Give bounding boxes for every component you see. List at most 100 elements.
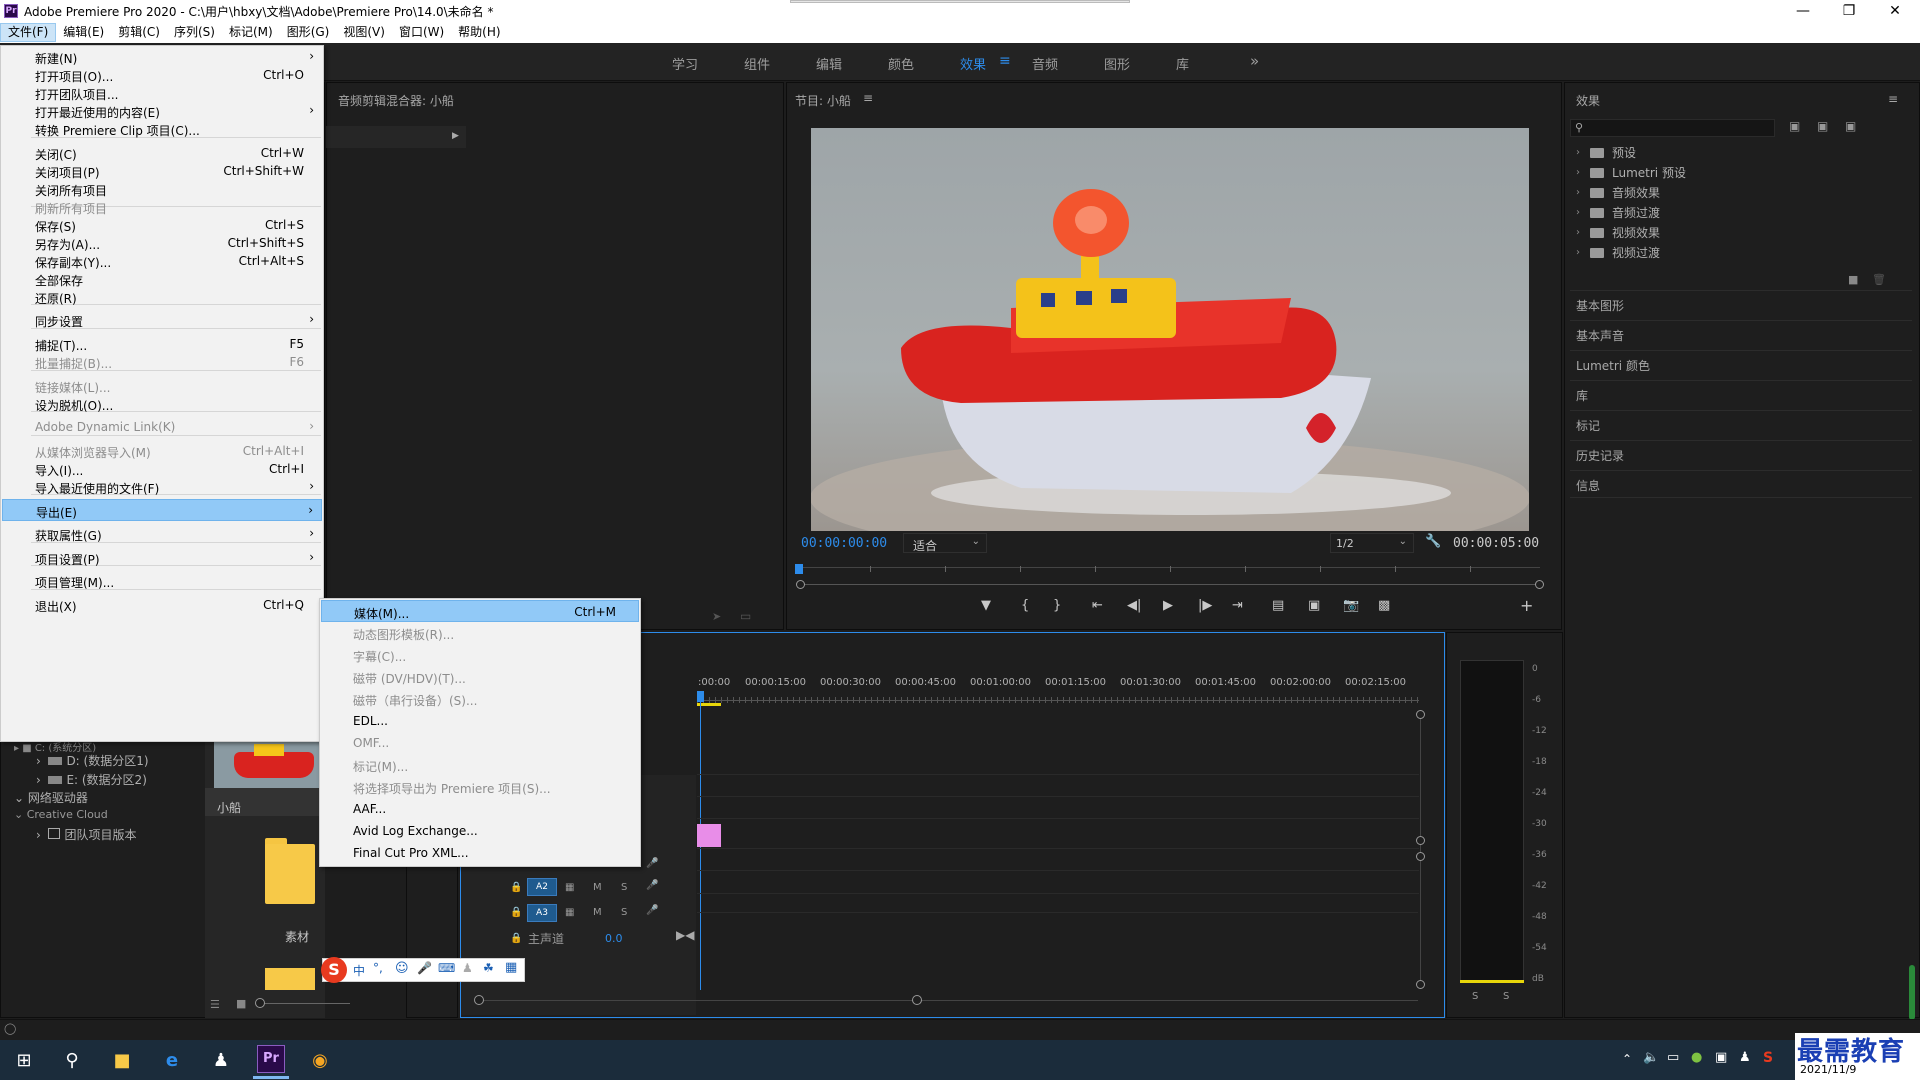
punctuation-icon[interactable]: °,: [373, 961, 383, 975]
menu-help[interactable]: 帮助(H): [451, 23, 507, 42]
extract-icon[interactable]: ▣: [1308, 598, 1320, 613]
file-menu-item[interactable]: 导入最近使用的文件(F) ›: [2, 476, 322, 498]
creative-cloud[interactable]: ⌄ Creative Cloud: [14, 808, 108, 821]
file-menu-item[interactable]: 还原(R): [2, 286, 322, 308]
effects-lumetri-presets[interactable]: › Lumetri 预设: [1576, 164, 1686, 181]
workspace-audio[interactable]: 音频: [1032, 54, 1058, 73]
file-menu-item[interactable]: 设为脱机(O)...: [2, 393, 322, 415]
solo-button[interactable]: S: [621, 907, 627, 918]
effects-search-input[interactable]: ⚲: [1570, 119, 1775, 137]
network-icon[interactable]: ▭: [1667, 1050, 1679, 1065]
folder-icon[interactable]: [265, 838, 315, 904]
security-icon[interactable]: ●: [1691, 1050, 1702, 1065]
workspace-color[interactable]: 颜色: [888, 54, 914, 73]
sync-lock-icon[interactable]: ▦: [565, 907, 574, 918]
search-icon[interactable]: ⚲: [58, 1046, 86, 1074]
play-icon[interactable]: ▶: [1163, 598, 1173, 613]
hscroll-handle-right[interactable]: [912, 995, 922, 1005]
menu-file[interactable]: 文件(F): [0, 23, 57, 42]
minimize-button[interactable]: —: [1780, 0, 1826, 22]
voice-icon[interactable]: 🎤: [417, 961, 432, 975]
add-marker-icon[interactable]: ▼: [981, 598, 991, 613]
menu-markers[interactable]: 标记(M): [222, 23, 280, 42]
workspace-assembly[interactable]: 组件: [744, 54, 770, 73]
mixer-expand-icon[interactable]: ▶: [452, 131, 459, 141]
file-menu-item[interactable]: 同步设置 ›: [2, 309, 322, 331]
program-playhead[interactable]: [795, 564, 803, 574]
menu-edit[interactable]: 编辑(E): [56, 23, 111, 42]
file-menu-item[interactable]: 退出(X) Ctrl+Q: [2, 594, 322, 616]
volume-icon[interactable]: 🔈: [1643, 1050, 1659, 1065]
file-menu-item[interactable]: 项目管理(M)...: [2, 570, 322, 592]
lock-icon[interactable]: 🔒: [510, 907, 522, 918]
edge-browser-icon[interactable]: e: [158, 1046, 186, 1074]
fit-dropdown[interactable]: 适合 ⌄: [903, 533, 987, 553]
step-back-icon[interactable]: ◀|: [1127, 598, 1141, 613]
effects-menu-icon[interactable]: ≡: [1888, 92, 1898, 106]
menu-graphics[interactable]: 图形(G): [280, 23, 337, 42]
zoom-bar[interactable]: [800, 584, 1540, 585]
workspace-overflow-icon[interactable]: »: [1250, 52, 1259, 70]
clip-thumbnail[interactable]: [214, 742, 322, 788]
vscroll-handle[interactable]: [1416, 836, 1425, 845]
list-view-icon[interactable]: ☰: [210, 998, 220, 1011]
qq-icon[interactable]: ♟: [207, 1046, 235, 1074]
solo-left-button[interactable]: S: [1472, 991, 1478, 1002]
wrench-icon[interactable]: 🔧: [1425, 534, 1441, 549]
microphone-icon[interactable]: 🎤: [646, 880, 658, 891]
resolution-dropdown[interactable]: 1/2 ⌄: [1330, 533, 1414, 553]
folder-icon-2[interactable]: [265, 968, 315, 990]
vscroll-handle[interactable]: [1416, 980, 1425, 989]
current-timecode[interactable]: 00:00:00:00: [801, 536, 887, 551]
user-icon[interactable]: ♟: [462, 961, 473, 975]
section-history[interactable]: 历史记录: [1570, 440, 1912, 468]
close-window-button[interactable]: ✕: [1872, 0, 1918, 22]
drive-d[interactable]: › D: (数据分区1): [36, 752, 149, 769]
32bit-effects-icon[interactable]: ▣: [1817, 119, 1828, 133]
effects-video-transitions[interactable]: › 视频过渡: [1576, 244, 1660, 261]
export-menu-item[interactable]: Final Cut Pro XML...: [321, 842, 639, 864]
drive-e[interactable]: › E: (数据分区2): [36, 771, 147, 788]
export-menu-item[interactable]: AAF...: [321, 798, 639, 820]
program-menu-icon[interactable]: ≡: [863, 91, 873, 105]
team-projects[interactable]: › 团队项目版本: [36, 826, 136, 843]
section-libraries[interactable]: 库: [1570, 380, 1912, 408]
skin-icon[interactable]: ☘: [483, 961, 494, 975]
step-forward-icon[interactable]: |▶: [1198, 598, 1212, 613]
effects-audio-transitions[interactable]: › 音频过渡: [1576, 204, 1660, 221]
yuv-effects-icon[interactable]: ▣: [1845, 119, 1856, 133]
workspace-editing[interactable]: 编辑: [816, 54, 842, 73]
export-menu-item[interactable]: Avid Log Exchange...: [321, 820, 639, 842]
go-to-in-icon[interactable]: ⇤: [1092, 598, 1103, 613]
master-volume-value[interactable]: 0.0: [605, 932, 623, 945]
tray-app-icon[interactable]: ♟: [1739, 1050, 1751, 1065]
new-bin-icon[interactable]: ■: [1848, 273, 1858, 286]
horizontal-scrollbar[interactable]: [478, 1000, 1418, 1001]
export-menu-item[interactable]: EDL...: [321, 710, 639, 732]
zoom-handle-right[interactable]: [1535, 580, 1544, 589]
video-clip[interactable]: [697, 824, 721, 847]
microphone-icon[interactable]: 🎤: [646, 905, 658, 916]
windows-start-icon[interactable]: ⊞: [10, 1046, 38, 1074]
section-info[interactable]: 信息: [1570, 470, 1912, 498]
delete-icon[interactable]: 🗑: [1872, 273, 1886, 286]
file-menu-item[interactable]: 获取属性(G) ›: [2, 523, 322, 545]
lift-icon[interactable]: ▤: [1272, 598, 1284, 613]
tray-app-icon[interactable]: ▣: [1715, 1050, 1727, 1065]
file-menu-item[interactable]: 转换 Premiere Clip 项目(C)...: [2, 118, 322, 140]
mark-out-icon[interactable]: }: [1053, 598, 1061, 613]
app-taskbar-icon[interactable]: ◉: [306, 1046, 334, 1074]
mute-button[interactable]: M: [593, 882, 602, 893]
lock-icon[interactable]: 🔒: [510, 933, 522, 944]
mark-in-icon[interactable]: {: [1021, 598, 1029, 613]
file-menu-item[interactable]: 项目设置(P) ›: [2, 547, 322, 569]
vertical-scrollbar[interactable]: [1420, 712, 1421, 988]
section-essential-graphics[interactable]: 基本图形: [1570, 290, 1912, 318]
workspace-graphics[interactable]: 图形: [1104, 54, 1130, 73]
premiere-taskbar-icon[interactable]: Pr: [257, 1045, 285, 1073]
menu-view[interactable]: 视图(V): [336, 23, 392, 42]
keyboard-icon[interactable]: ⌨: [438, 961, 455, 975]
menu-clip[interactable]: 剪辑(C): [111, 23, 167, 42]
go-to-end-icon[interactable]: ▶◀: [676, 928, 694, 942]
section-essential-sound[interactable]: 基本声音: [1570, 320, 1912, 348]
